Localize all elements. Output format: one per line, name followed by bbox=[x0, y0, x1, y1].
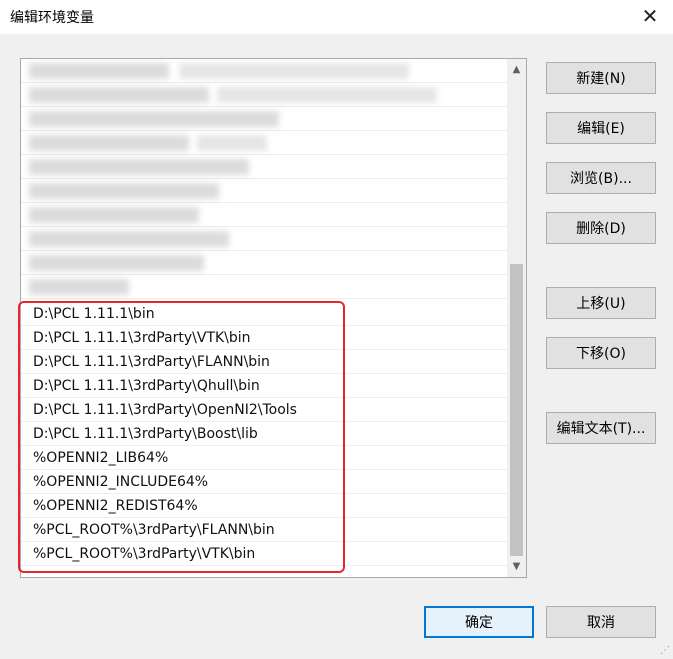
resize-grip-icon[interactable]: ⋰ bbox=[660, 646, 670, 656]
scroll-down-icon[interactable]: ▼ bbox=[507, 558, 526, 575]
scroll-thumb[interactable] bbox=[510, 264, 523, 556]
blurred-row[interactable] bbox=[21, 83, 507, 107]
list-item[interactable]: D:\PCL 1.11.1\3rdParty\VTK\bin bbox=[21, 326, 507, 350]
list-item[interactable]: %PCL_ROOT%\3rdParty\FLANN\bin bbox=[21, 518, 507, 542]
edit-text-button[interactable]: 编辑文本(T)... bbox=[546, 412, 656, 444]
list-item[interactable]: D:\PCL 1.11.1\3rdParty\Qhull\bin bbox=[21, 374, 507, 398]
blurred-row[interactable] bbox=[21, 155, 507, 179]
list-item[interactable]: %OPENNI2_INCLUDE64% bbox=[21, 470, 507, 494]
list-item[interactable]: %OPENNI2_LIB64% bbox=[21, 446, 507, 470]
blurred-row[interactable] bbox=[21, 131, 507, 155]
blurred-row[interactable] bbox=[21, 179, 507, 203]
delete-button[interactable]: 删除(D) bbox=[546, 212, 656, 244]
list-item[interactable]: D:\PCL 1.11.1\3rdParty\Boost\lib bbox=[21, 422, 507, 446]
blurred-row[interactable] bbox=[21, 251, 507, 275]
vertical-scrollbar[interactable]: ▲ ▼ bbox=[507, 59, 526, 577]
ok-button[interactable]: 确定 bbox=[424, 606, 534, 638]
scroll-up-icon[interactable]: ▲ bbox=[507, 61, 526, 78]
title-bar: 编辑环境变量 ✕ bbox=[0, 0, 673, 34]
list-item[interactable]: D:\PCL 1.11.1\bin bbox=[21, 302, 507, 326]
browse-button[interactable]: 浏览(B)... bbox=[546, 162, 656, 194]
close-icon[interactable]: ✕ bbox=[627, 0, 673, 32]
list-item[interactable]: %OPENNI2_REDIST64% bbox=[21, 494, 507, 518]
list-item[interactable]: %PCL_ROOT%\3rdParty\VTK\bin bbox=[21, 542, 507, 566]
blurred-row[interactable] bbox=[21, 107, 507, 131]
edit-button[interactable]: 编辑(E) bbox=[546, 112, 656, 144]
window-title: 编辑环境变量 bbox=[10, 10, 94, 26]
blurred-row[interactable] bbox=[21, 59, 507, 83]
blurred-row[interactable] bbox=[21, 203, 507, 227]
list-item[interactable]: D:\PCL 1.11.1\3rdParty\OpenNI2\Tools bbox=[21, 398, 507, 422]
new-button[interactable]: 新建(N) bbox=[546, 62, 656, 94]
move-down-button[interactable]: 下移(O) bbox=[546, 337, 656, 369]
blurred-row[interactable] bbox=[21, 227, 507, 251]
list-item[interactable]: D:\PCL 1.11.1\3rdParty\FLANN\bin bbox=[21, 350, 507, 374]
cancel-button[interactable]: 取消 bbox=[546, 606, 656, 638]
blurred-row[interactable] bbox=[21, 275, 507, 299]
move-up-button[interactable]: 上移(U) bbox=[546, 287, 656, 319]
path-listbox[interactable]: D:\PCL 1.11.1\bin D:\PCL 1.11.1\3rdParty… bbox=[20, 58, 527, 578]
path-list: D:\PCL 1.11.1\bin D:\PCL 1.11.1\3rdParty… bbox=[21, 59, 507, 577]
